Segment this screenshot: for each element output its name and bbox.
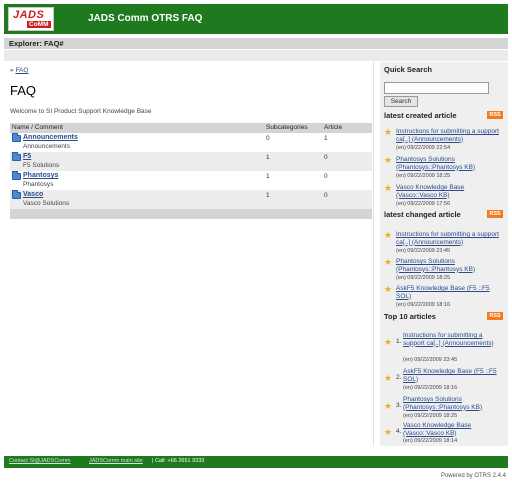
sub-toolbar: [4, 50, 508, 61]
top10-heading: Top 10 articles: [384, 312, 436, 321]
star-icon: ★: [384, 337, 393, 347]
category-comment: Announcements: [23, 143, 70, 150]
category-link[interactable]: F5: [23, 153, 31, 160]
category-comment: F5 Solutions: [23, 162, 60, 169]
article-meta: (en) 09/22/2009 22:54: [396, 145, 451, 151]
star-icon: ★: [384, 373, 393, 383]
star-icon: ★: [384, 284, 393, 294]
breadcrumb: » FAQ: [10, 67, 28, 74]
app-header: JADS CoMM JADS Comm OTRS FAQ: [4, 4, 508, 34]
page-title: FAQ: [10, 83, 37, 98]
star-icon: ★: [384, 183, 393, 193]
article-link[interactable]: Instructions for submitting a support ca…: [403, 332, 494, 347]
article-link[interactable]: Instructions for submitting a support ca…: [396, 128, 499, 143]
article-count: 0: [324, 173, 328, 180]
article-link[interactable]: Instructions for submitting a support ca…: [396, 231, 499, 246]
star-icon: ★: [384, 127, 393, 137]
article-meta: (en) 09/22/2009 18:25: [396, 173, 451, 179]
welcome-text: Welcome to SI Product Support Knowledge …: [10, 108, 152, 115]
powered-by: Powered by OTRS 2.4.4: [440, 473, 506, 479]
article-meta: (en) 09/22/2009 18:16: [396, 302, 451, 308]
star-icon: ★: [384, 230, 393, 240]
star-icon: ★: [384, 257, 393, 267]
article-link[interactable]: AskF5 Knowledge Base (F5 ::F5 SOL): [403, 368, 497, 383]
breadcrumb-link-faq[interactable]: FAQ: [15, 67, 28, 74]
search-input[interactable]: [384, 82, 489, 94]
call-text: | Call: +66 2651 9333: [152, 458, 205, 464]
column-header-name: Name / Comment: [12, 124, 63, 131]
article-count: 1: [324, 135, 328, 142]
article-link[interactable]: Phantosys Solutions (Phantosys::Phantosy…: [403, 396, 482, 411]
folder-icon[interactable]: [12, 133, 21, 142]
rank-number: 4.: [396, 428, 402, 435]
article-meta: (en) 09/22/2009 18:25: [396, 275, 451, 281]
subcategory-count: 1: [266, 192, 270, 199]
article-count: 0: [324, 154, 328, 161]
rank-number: 3.: [396, 402, 402, 409]
article-meta: (en) 09/22/2009 18:16: [403, 385, 458, 391]
quick-search-heading: Quick Search: [384, 65, 432, 74]
explorer-bar: Explorer: FAQ#: [4, 38, 508, 49]
article-link[interactable]: AskF5 Knowledge Base (F5 ::F5 SOL): [396, 285, 490, 300]
latest-changed-heading: latest changed article: [384, 210, 461, 219]
subcategory-count: 1: [266, 154, 270, 161]
folder-icon[interactable]: [12, 152, 21, 161]
subcategory-count: 1: [266, 173, 270, 180]
sidebar: Quick Search Search latest created artic…: [380, 62, 508, 446]
rss-icon[interactable]: RSS: [487, 312, 503, 320]
rss-icon[interactable]: RSS: [487, 210, 503, 218]
category-table: Name / Comment Subcategories Article Ann…: [10, 123, 372, 219]
table-header: Name / Comment Subcategories Article: [10, 123, 372, 133]
table-row: Announcements Announcements 0 1: [10, 133, 372, 152]
category-link[interactable]: Phantosys: [23, 172, 58, 179]
jads-logo[interactable]: JADS CoMM: [8, 7, 54, 31]
category-comment: Vasco Solutions: [23, 200, 70, 207]
article-meta: (en) 09/22/2009 17:56: [396, 201, 451, 207]
logo-text-bottom: CoMM: [27, 21, 51, 28]
table-row: Vasco Vasco Solutions 1 0: [10, 190, 372, 209]
article-link[interactable]: Vasco Knowledge Base (Vasco::Vasco KB): [396, 184, 464, 199]
star-icon: ★: [384, 427, 393, 437]
star-icon: ★: [384, 155, 393, 165]
article-meta: (en) 09/22/2009 23:45: [403, 357, 458, 363]
main-site-link[interactable]: JADSComm main site: [89, 458, 143, 464]
logo-text-top: JADS: [13, 9, 45, 21]
column-header-article: Article: [324, 124, 343, 131]
article-link[interactable]: Phantosys Solutions (Phantosys::Phantosy…: [396, 258, 475, 273]
category-comment: Phantosys: [23, 181, 54, 188]
column-header-subcategories: Subcategories: [266, 124, 308, 131]
category-link[interactable]: Announcements: [23, 134, 78, 141]
article-link[interactable]: Phantosys Solutions (Phantosys::Phantosy…: [396, 156, 475, 171]
contact-link[interactable]: Contact SI@JADSComm: [9, 458, 71, 464]
table-row: Phantosys Phantosys 1 0: [10, 171, 372, 190]
explorer-label: Explorer: FAQ#: [9, 39, 64, 48]
folder-icon[interactable]: [12, 190, 21, 199]
table-row: F5 F5 Solutions 1 0: [10, 152, 372, 171]
rank-number: 2.: [396, 374, 402, 381]
table-footer: [10, 209, 372, 219]
footer: Contact SI@JADSComm JADSComm main site |…: [4, 456, 508, 468]
subcategory-count: 0: [266, 135, 270, 142]
article-meta: (en) 09/22/2009 18:14: [403, 438, 458, 444]
category-link[interactable]: Vasco: [23, 191, 43, 198]
article-link[interactable]: Vasco Knowledge Base (Vasco::Vasco KB): [403, 422, 471, 437]
search-button[interactable]: Search: [384, 96, 418, 107]
latest-created-heading: latest created article: [384, 111, 457, 120]
breadcrumb-separator: »: [10, 67, 14, 74]
article-meta: (en) 09/22/2009 18:25: [403, 413, 458, 419]
star-icon: ★: [384, 401, 393, 411]
article-count: 0: [324, 192, 328, 199]
article-meta: (en) 09/22/2009 23:45: [396, 248, 451, 254]
rss-icon[interactable]: RSS: [487, 111, 503, 119]
app-title: JADS Comm OTRS FAQ: [88, 13, 203, 24]
folder-icon[interactable]: [12, 171, 21, 180]
main-content: » FAQ FAQ Welcome to SI Product Support …: [8, 62, 374, 446]
rank-number: 1.: [396, 338, 402, 345]
